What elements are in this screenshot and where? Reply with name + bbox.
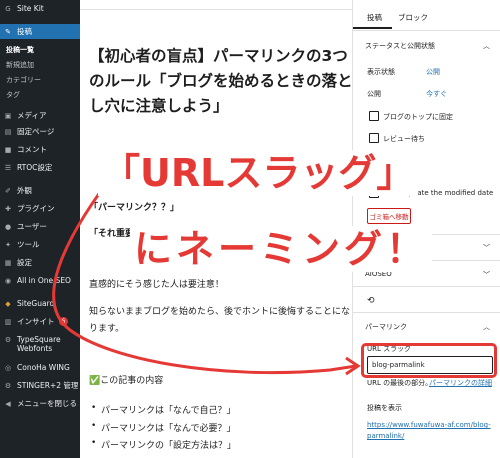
permalink-panel-title[interactable]: パーマリンク xyxy=(365,322,407,332)
collapse-icon: ◀ xyxy=(5,399,11,408)
sidebar-item-settings[interactable]: ▦ 設定 xyxy=(0,255,80,270)
sidebar-item-insight[interactable]: ▥ インサイト 6 xyxy=(0,314,80,329)
pin-icon: ✎ xyxy=(5,27,11,36)
trash-button[interactable]: ゴミ箱へ移動 xyxy=(367,208,411,224)
publish-value[interactable]: 今すぐ xyxy=(426,89,447,99)
content-insights-panel[interactable]: Content Insights xyxy=(365,243,422,251)
publish-label: 公開 xyxy=(367,90,381,98)
divider xyxy=(353,234,500,235)
admin-sidebar: G Site Kit ✎ 投稿 投稿一覧 新規追加 カテゴリー タグ ▣ メディア ▤… xyxy=(0,0,80,458)
sidebar-item-pages[interactable]: ▤ 固定ページ xyxy=(0,124,80,139)
sidebar-sub-tags[interactable]: タグ xyxy=(6,90,20,100)
tab-post[interactable]: 投稿 xyxy=(367,12,382,23)
sidebar-item-stinger[interactable]: ⚙ STINGER+2 管理 xyxy=(0,378,80,393)
list-icon: ☰ xyxy=(4,163,12,172)
conoha-icon: ◎ xyxy=(4,363,12,372)
editor-topbar xyxy=(80,0,352,10)
post-title[interactable]: 【初心者の盲点】パーマリンクの3つのルール「ブログを始めるときの落とし穴に注意し… xyxy=(89,44,359,119)
sidebar-item-conoha[interactable]: ◎ ConoHa WING xyxy=(0,360,80,375)
view-post-label: 投稿を表示 xyxy=(367,404,402,412)
author-label: 投稿者 xyxy=(367,155,388,163)
chart-icon: ▥ xyxy=(4,317,12,326)
brush-icon: ✐ xyxy=(5,186,11,195)
shield-icon: ◆ xyxy=(5,299,11,308)
gear-icon: ⚙ xyxy=(4,381,12,390)
visibility-value[interactable]: 公開 xyxy=(426,67,440,77)
aioseo-panel[interactable]: AIOSEO xyxy=(365,270,392,278)
sidebar-item-plugins[interactable]: ✚ プラグイン xyxy=(0,201,80,216)
url-slug-label: URL スラッグ xyxy=(367,345,412,353)
sidebar-item-appearance[interactable]: ✐ 外観 xyxy=(0,183,80,198)
sidebar-sub-add-new[interactable]: 新規追加 xyxy=(6,60,34,70)
sidebar-sub-all-posts[interactable]: 投稿一覧 xyxy=(6,45,34,55)
list-item[interactable]: パーマリンクの「設定方法は？」 xyxy=(91,438,236,451)
tab-block[interactable]: ブロック xyxy=(398,12,428,23)
pages-icon: ▤ xyxy=(4,127,12,136)
post-editor: 【初心者の盲点】パーマリンクの3つのルール「ブログを始めるときの落とし穴に注意し… xyxy=(80,0,353,458)
sidebar-item-comments[interactable]: ■ コメント xyxy=(0,142,80,157)
comment-icon: ■ xyxy=(4,145,12,154)
divider xyxy=(353,30,500,31)
media-icon: ▣ xyxy=(4,111,12,120)
toc-heading[interactable]: ✅この記事の内容 xyxy=(89,372,163,390)
sidebar-item-site-kit[interactable]: G Site Kit xyxy=(0,1,80,16)
sidebar-sub-categories[interactable]: カテゴリー xyxy=(6,75,41,85)
sidebar-item-siteguard[interactable]: ◆ SiteGuard xyxy=(0,296,80,311)
aioseo-icon: ◉ xyxy=(4,276,12,285)
user-icon: ● xyxy=(4,222,12,231)
divider xyxy=(353,286,500,287)
paragraph-regret-2[interactable]: ります。 xyxy=(89,320,124,338)
sidebar-item-typesquare-2: Webfonts xyxy=(17,344,53,353)
sidebar-item-media[interactable]: ▣ メディア xyxy=(0,108,80,123)
sidebar-item-aioseo[interactable]: ◉ All in One SEO xyxy=(0,273,80,288)
site-kit-icon: G xyxy=(5,4,11,13)
sidebar-item-tools[interactable]: ✦ ツール xyxy=(0,237,80,252)
pending-review-checkbox[interactable] xyxy=(369,133,379,143)
settings-icon: ▦ xyxy=(4,258,12,267)
gear-icon: ⚙ xyxy=(4,335,12,344)
divider xyxy=(353,312,500,313)
paragraph-q1[interactable]: 「パーマリンク？？」 xyxy=(89,199,179,217)
active-tab-indicator xyxy=(353,27,392,29)
chevron-down-icon[interactable]: ﹀ xyxy=(483,243,490,253)
wrench-icon: ✦ xyxy=(5,240,11,249)
slug-help-text: URL の最後の部分。 xyxy=(367,379,433,387)
view-post-link[interactable]: https://www.fuwafuwa-af.com/blog- xyxy=(367,421,491,429)
dont-update-checkbox[interactable] xyxy=(369,188,379,198)
view-post-link-cont[interactable]: parmalink/ xyxy=(367,432,404,440)
paragraph-q2[interactable]: 「それ重要なの？？」 xyxy=(89,225,179,243)
divider xyxy=(353,260,500,261)
settings-sidebar: 投稿 ブロック ステータスと公開状態 ︿ 表示状態 公開 公開 今すぐ ブログの… xyxy=(352,0,500,458)
chevron-up-icon[interactable]: ︿ xyxy=(483,322,490,332)
sidebar-item-posts[interactable]: ✎ 投稿 xyxy=(0,24,80,39)
paragraph-warning[interactable]: 直感的にそう感じた人は要注意！ xyxy=(89,276,224,294)
history-icon[interactable]: ⟲ xyxy=(367,296,375,306)
permalink-details-link[interactable]: パーマリンクの詳細 xyxy=(429,378,492,388)
list-item[interactable]: パーマリンクは「なんで必要？」 xyxy=(91,421,236,434)
status-panel-title[interactable]: ステータスと公開状態 xyxy=(365,41,435,51)
collapse-menu-button[interactable]: ◀ メニューを閉じる xyxy=(0,396,80,411)
list-item[interactable]: パーマリンクは「なんで自己？」 xyxy=(91,403,236,416)
sidebar-item-users[interactable]: ● ユーザー xyxy=(0,219,80,234)
visibility-label: 表示状態 xyxy=(367,68,395,76)
sidebar-item-rtoc[interactable]: ☰ RTOC設定 xyxy=(0,160,80,175)
plugin-icon: ✚ xyxy=(5,204,11,213)
chevron-up-icon[interactable]: ︿ xyxy=(483,41,490,51)
paragraph-regret-1[interactable]: 知らないままブログを始めたら、後でホントに後悔することにな xyxy=(89,303,350,321)
insight-count-badge: 6 xyxy=(58,317,69,326)
stick-top-label: ブログのトップに固定 xyxy=(383,113,453,121)
dont-update-label: Don't update the modified date xyxy=(383,189,494,197)
url-slug-input[interactable]: blog-parmalink xyxy=(367,356,493,374)
chevron-down-icon[interactable]: ﹀ xyxy=(483,270,490,280)
pending-review-label: レビュー待ち xyxy=(383,135,425,143)
stick-top-checkbox[interactable] xyxy=(369,111,379,121)
